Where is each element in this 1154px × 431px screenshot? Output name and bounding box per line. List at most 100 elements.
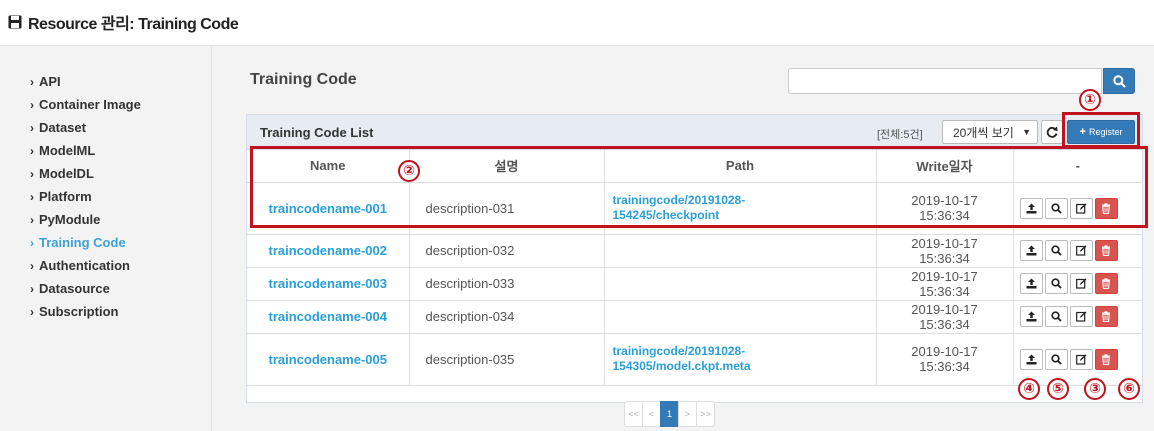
sidebar-item-label: ModelML [39,143,96,158]
view-button[interactable] [1044,240,1068,261]
upload-button[interactable] [1019,273,1043,294]
row-path-link[interactable] [604,267,877,301]
row-name-link[interactable]: traincodename-002 [247,234,410,268]
sidebar-item-pymodule[interactable]: › PyModule [0,208,211,231]
column-header-actions: - [1013,150,1142,183]
row-name-link[interactable]: traincodename-003 [247,267,410,301]
sidebar-item-label: ModelDL [39,166,94,181]
upload-icon [1026,245,1036,256]
row-actions [1013,333,1142,386]
column-header-path[interactable]: Path [604,150,877,183]
path-line: trainingcode/20191028- [612,344,746,358]
column-header-write-date[interactable]: Write일자 [876,150,1014,183]
upload-button[interactable] [1019,197,1043,219]
annotation-marker-4: ④ [1018,378,1040,400]
upload-icon [1026,311,1036,322]
edit-icon [1075,311,1086,322]
row-name-link[interactable]: traincodename-005 [247,333,410,386]
sidebar-item-label: Subscription [39,304,119,319]
trash-icon [1102,202,1110,214]
row-name-link[interactable]: traincodename-001 [247,182,410,235]
row-path-link[interactable]: trainingcode/20191028- 154305/model.ckpt.… [604,333,877,386]
annotation-marker-3: ③ [1084,378,1106,400]
upload-button[interactable] [1019,306,1043,327]
total-count: [전체:5건] [877,129,923,141]
annotation-marker-5: ⑤ [1047,378,1069,400]
row-description: description-034 [409,300,605,334]
edit-button[interactable] [1069,197,1093,219]
search-icon [1050,245,1062,256]
edit-button[interactable] [1069,273,1093,294]
row-description: description-035 [409,333,605,386]
edit-button[interactable] [1069,240,1093,261]
refresh-icon [1046,126,1058,138]
main-title: Training Code [250,71,357,88]
table-row: traincodename-005 description-035 traini… [247,333,1142,386]
edit-icon [1075,354,1086,365]
table-row: traincodename-002 description-032 2019-1… [247,234,1142,268]
sidebar-item-label: Dataset [39,120,86,135]
table-row: traincodename-004 description-034 2019-1… [247,300,1142,334]
column-header-description[interactable]: 설명 [409,150,605,183]
delete-button[interactable] [1094,240,1118,261]
row-actions [1013,182,1142,235]
row-path-link[interactable] [604,300,877,334]
sidebar-item-api[interactable]: › API [0,70,211,93]
sidebar-item-training-code[interactable]: › Training Code [0,231,211,254]
path-line: 154245/checkpoint [612,208,720,222]
sidebar-item-label: Training Code [39,235,126,250]
pagination-next[interactable]: > [678,401,697,427]
refresh-button[interactable] [1041,120,1063,144]
pagination-page[interactable]: 1 [660,401,679,427]
search-input[interactable] [788,68,1102,94]
delete-button[interactable] [1094,306,1118,327]
upload-button[interactable] [1019,348,1043,370]
row-date: 2019-10-17 15:36:34 [876,267,1014,301]
pagination-prev[interactable]: < [642,401,661,427]
upload-button[interactable] [1019,240,1043,261]
row-date: 2019-10-17 15:36:34 [876,333,1014,386]
row-description: description-031 [409,182,605,235]
annotation-marker-6: ⑥ [1118,378,1140,400]
chevron-right-icon: › [30,258,34,273]
view-button[interactable] [1044,348,1068,370]
row-description: description-032 [409,234,605,268]
sidebar-item-container-image[interactable]: › Container Image [0,93,211,116]
sidebar-item-modelml[interactable]: › ModelML [0,139,211,162]
page-size-select[interactable]: 20개씩 보기 ▼ [942,120,1038,144]
upload-icon [1026,203,1036,213]
chevron-right-icon: › [30,304,34,319]
sidebar-item-dataset[interactable]: › Dataset [0,116,211,139]
path-line: trainingcode/20191028- [612,193,746,207]
search-icon [1050,311,1062,322]
column-header-name[interactable]: Name [247,150,410,183]
row-path-link[interactable] [604,234,877,268]
register-button[interactable]: + Register [1067,120,1135,144]
sidebar-item-subscription[interactable]: › Subscription [0,300,211,323]
delete-button[interactable] [1094,348,1118,370]
edit-button[interactable] [1069,348,1093,370]
row-path-link[interactable]: trainingcode/20191028- 154245/checkpoint [604,182,877,235]
pagination-last[interactable]: >> [696,401,715,427]
sidebar-item-datasource[interactable]: › Datasource [0,277,211,300]
caret-down-icon: ▼ [1022,127,1031,137]
pagination-first[interactable]: << [624,401,643,427]
page-size-value: 20개씩 보기 [953,125,1014,140]
delete-button[interactable] [1094,197,1118,219]
sidebar-item-authentication[interactable]: › Authentication [0,254,211,277]
sidebar-item-label: PyModule [39,212,101,227]
delete-button[interactable] [1094,273,1118,294]
edit-button[interactable] [1069,306,1093,327]
chevron-right-icon: › [30,97,34,112]
search-button[interactable] [1103,68,1135,94]
page-title: Resource 관리: Training Code [28,16,239,33]
sidebar-item-platform[interactable]: › Platform [0,185,211,208]
trash-icon [1102,278,1110,289]
row-name-link[interactable]: traincodename-004 [247,300,410,334]
view-button[interactable] [1044,306,1068,327]
chevron-right-icon: › [30,166,34,181]
sidebar-item-modeldl[interactable]: › ModelDL [0,162,211,185]
view-button[interactable] [1044,273,1068,294]
view-button[interactable] [1044,197,1068,219]
table-header-row: Name 설명 Path Write일자 - [247,150,1142,183]
